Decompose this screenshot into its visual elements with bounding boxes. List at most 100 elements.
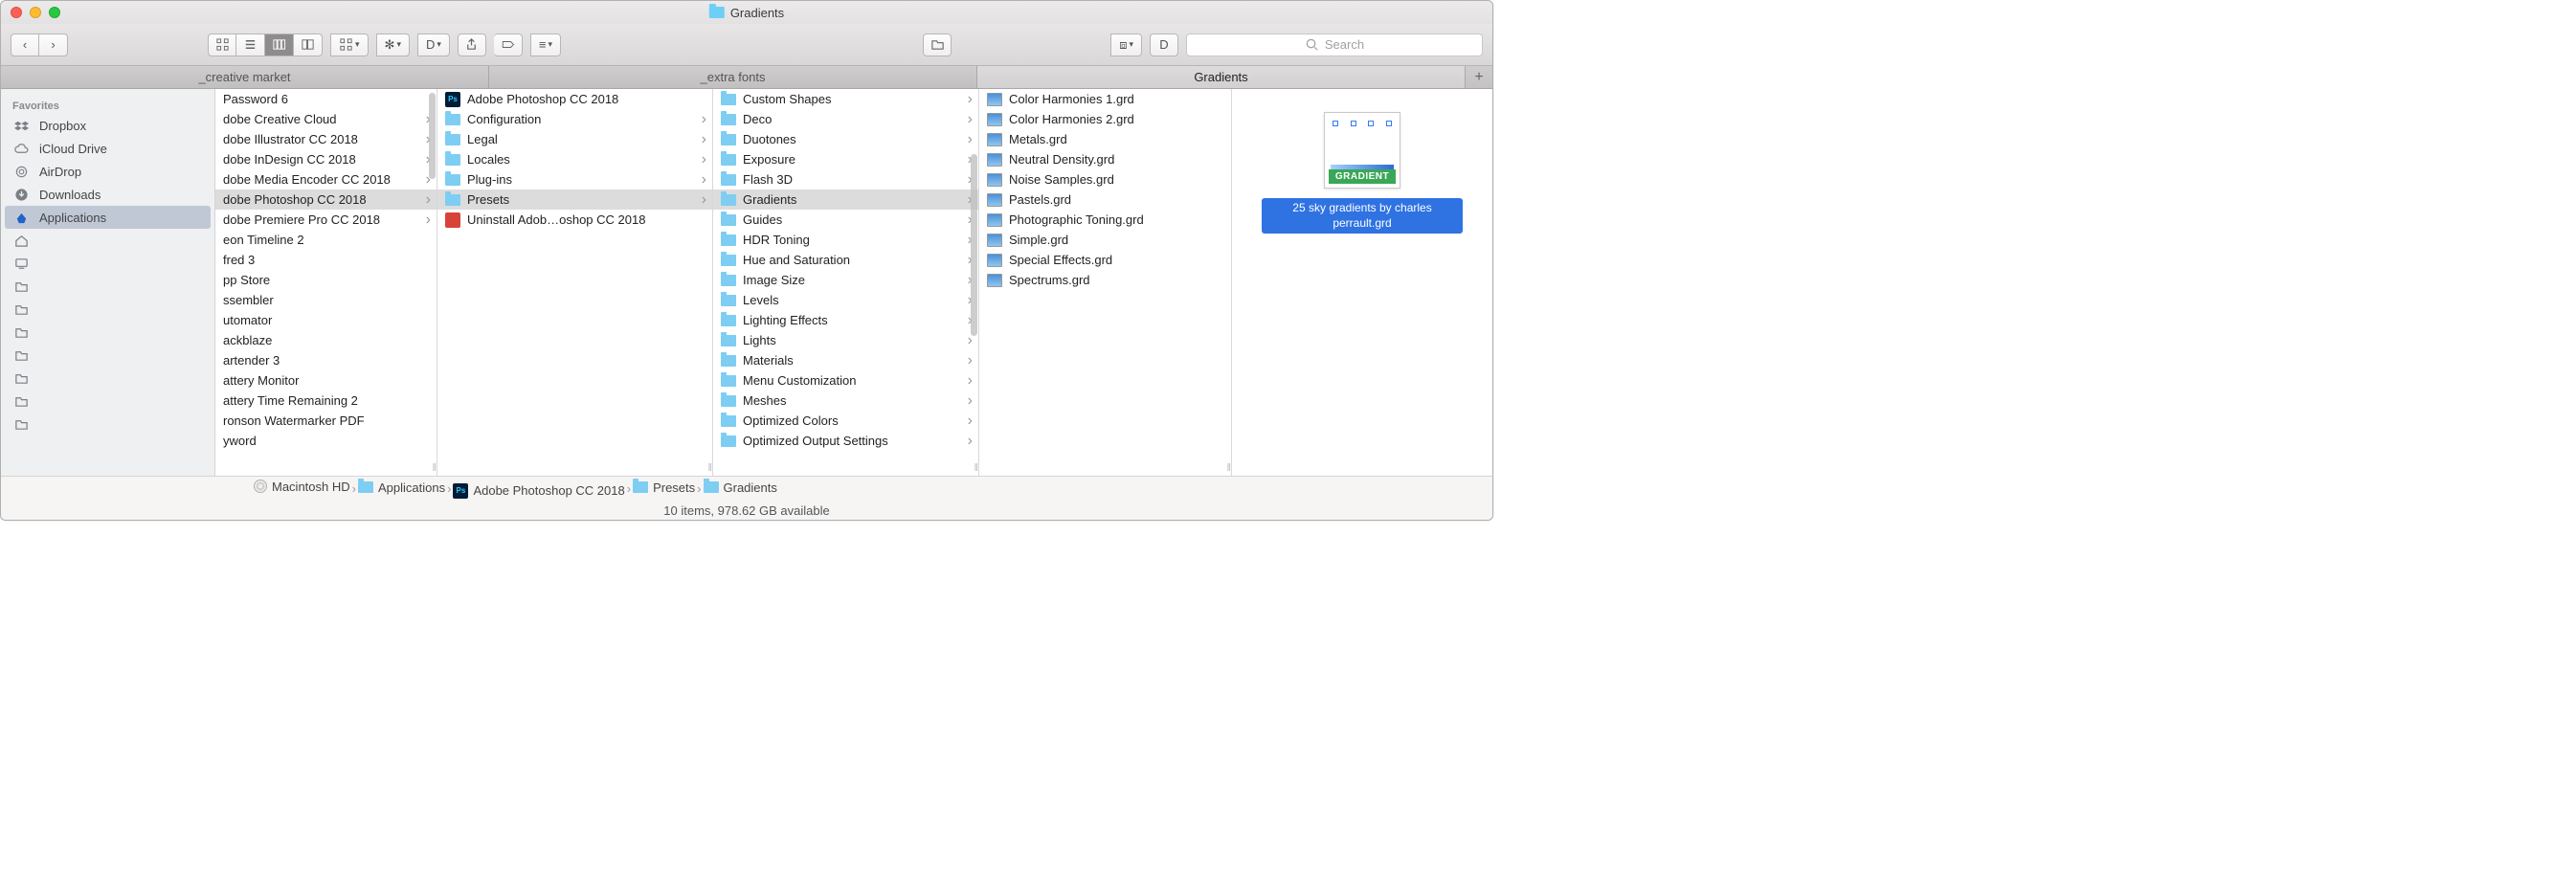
close-window-button[interactable] [11,7,22,18]
list-item[interactable]: Photographic Toning.grd [979,210,1231,230]
share-button[interactable] [458,33,486,56]
sidebar-item-slot-12[interactable] [1,390,214,413]
list-item[interactable]: Custom Shapes› [713,89,978,109]
list-item[interactable]: Metals.grd [979,129,1231,149]
list-item[interactable]: dobe Media Encoder CC 2018› [215,169,437,190]
list-item[interactable]: Meshes› [713,391,978,411]
sidebar-item-downloads[interactable]: Downloads [1,183,214,206]
list-item[interactable]: Flash 3D› [713,169,978,190]
list-item[interactable]: Color Harmonies 1.grd [979,89,1231,109]
list-item[interactable]: Lighting Effects› [713,310,978,330]
list-item[interactable]: Duotones› [713,129,978,149]
preview-filename[interactable]: 25 sky gradients by charles perrault.grd [1262,198,1463,234]
scrollbar-thumb[interactable] [971,154,977,336]
sidebar-item-slot-11[interactable] [1,367,214,390]
sidebar-item-applications[interactable]: Applications [5,206,211,229]
sidebar-item-slot-13[interactable] [1,413,214,435]
icon-view-button[interactable] [208,33,236,56]
sidebar-item-slot-5[interactable] [1,229,214,252]
zoom-window-button[interactable] [49,7,60,18]
path-segment[interactable]: Gradients [704,480,777,495]
list-item[interactable]: Exposure› [713,149,978,169]
list-item[interactable]: dobe Premiere Pro CC 2018› [215,210,437,230]
preview-file-icon[interactable]: GRADIENT [1324,112,1400,189]
toolbar-menu-button[interactable]: ≡ ▾ [530,33,561,56]
list-item[interactable]: Configuration› [437,109,712,129]
list-item[interactable]: dobe Creative Cloud› [215,109,437,129]
list-item[interactable]: Plug-ins› [437,169,712,190]
list-item[interactable]: Materials› [713,350,978,370]
tags-button[interactable] [494,33,523,56]
sidebar-item-slot-10[interactable] [1,344,214,367]
column-view-button[interactable] [265,33,294,56]
list-item[interactable]: artender 3 [215,350,437,370]
new-tab-button[interactable]: + [1466,66,1492,88]
list-item[interactable]: utomator [215,310,437,330]
sidebar-item-slot-9[interactable] [1,321,214,344]
list-item[interactable]: fred 3 [215,250,437,270]
list-item[interactable]: Levels› [713,290,978,310]
list-item[interactable]: Optimized Output Settings› [713,431,978,451]
search-field[interactable]: Search [1186,33,1483,56]
path-segment[interactable]: Macintosh HD [254,480,350,494]
list-item[interactable]: Pastels.grd [979,190,1231,210]
list-item[interactable]: Hue and Saturation› [713,250,978,270]
list-item[interactable]: dobe InDesign CC 2018› [215,149,437,169]
back-button[interactable]: ‹ [11,33,39,56]
sidebar-item-airdrop[interactable]: AirDrop [1,160,214,183]
column-presets[interactable]: Custom Shapes›Deco›Duotones›Exposure›Fla… [713,89,979,476]
column-resize-handle[interactable]: ‖ [1226,462,1229,474]
list-item[interactable]: Menu Customization› [713,370,978,391]
list-item[interactable]: ronson Watermarker PDF [215,411,437,431]
dropbox-smartsync-button[interactable]: D [1150,33,1178,56]
path-segment[interactable]: PsAdobe Photoshop CC 2018 [453,483,624,499]
list-item[interactable]: attery Monitor [215,370,437,391]
list-item[interactable]: dobe Photoshop CC 2018› [215,190,437,210]
list-item[interactable]: Locales› [437,149,712,169]
list-item[interactable]: Color Harmonies 2.grd [979,109,1231,129]
list-item[interactable]: ackblaze [215,330,437,350]
list-item[interactable]: pp Store [215,270,437,290]
list-item[interactable]: Lights› [713,330,978,350]
column-resize-handle[interactable]: ‖ [974,462,976,474]
list-item[interactable]: attery Time Remaining 2 [215,391,437,411]
list-item[interactable]: Guides› [713,210,978,230]
sidebar-item-slot-8[interactable] [1,298,214,321]
path-segment[interactable]: Presets [633,480,695,495]
scrollbar-thumb[interactable] [429,93,436,179]
tab-gradients[interactable]: Gradients [977,66,1466,88]
list-item[interactable]: Gradients› [713,190,978,210]
list-item[interactable]: HDR Toning› [713,230,978,250]
dropbox-sync-button[interactable]: D ▾ [417,33,450,56]
list-item[interactable]: eon Timeline 2 [215,230,437,250]
path-segment[interactable]: Applications [358,480,445,495]
list-item[interactable]: Spectrums.grd [979,270,1231,290]
list-item[interactable]: Special Effects.grd [979,250,1231,270]
dropbox-toolbar-button[interactable]: ⧈ ▾ [1110,33,1142,56]
list-item[interactable]: PsAdobe Photoshop CC 2018 [437,89,712,109]
list-item[interactable]: Simple.grd [979,230,1231,250]
tab-extra-fonts[interactable]: _extra fonts [489,66,977,88]
list-item[interactable]: Deco› [713,109,978,129]
gallery-view-button[interactable] [294,33,323,56]
sidebar-item-slot-6[interactable] [1,252,214,275]
list-item[interactable]: Password 6 [215,89,437,109]
sidebar-item-dropbox[interactable]: Dropbox [1,114,214,137]
column-resize-handle[interactable]: ‖ [707,462,710,474]
tab-creative-market[interactable]: _creative market [1,66,489,88]
list-item[interactable]: Image Size› [713,270,978,290]
list-item[interactable]: Noise Samples.grd [979,169,1231,190]
column-resize-handle[interactable]: ‖ [432,462,435,474]
list-item[interactable]: Neutral Density.grd [979,149,1231,169]
list-item[interactable]: yword [215,431,437,451]
forward-button[interactable]: › [39,33,68,56]
list-item[interactable]: Optimized Colors› [713,411,978,431]
list-item[interactable]: ssembler [215,290,437,310]
action-button[interactable]: ✻ ▾ [376,33,410,56]
column-applications[interactable]: Password 6dobe Creative Cloud›dobe Illus… [215,89,437,476]
list-item[interactable]: dobe Illustrator CC 2018› [215,129,437,149]
list-item[interactable]: Presets› [437,190,712,210]
sidebar-item-slot-7[interactable] [1,275,214,298]
list-item[interactable]: Uninstall Adob…oshop CC 2018 [437,210,712,230]
list-view-button[interactable] [236,33,265,56]
